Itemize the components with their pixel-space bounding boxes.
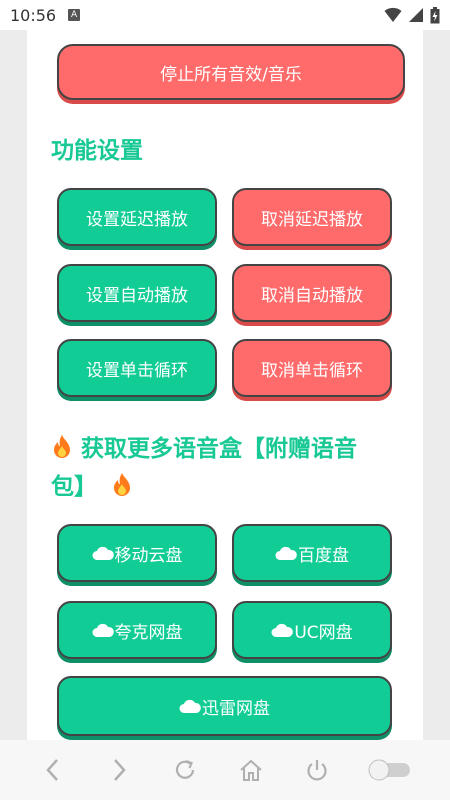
xunlei-pan-button[interactable]: 迅雷网盘 [57, 676, 392, 736]
mobile-cloud-button[interactable]: 移动云盘 [57, 524, 217, 582]
baidu-pan-button[interactable]: 百度盘 [232, 524, 392, 582]
more-voice-boxes-line2: 包】 [51, 474, 97, 500]
function-settings-text: 功能设置 [51, 138, 143, 164]
refresh-icon[interactable] [170, 755, 200, 785]
mobile-cloud-label: 移动云盘 [114, 545, 183, 566]
quark-pan-label: 夸克网盘 [114, 622, 183, 643]
fire-icon [114, 473, 131, 496]
wifi-icon [384, 7, 402, 22]
cancel-auto-play-label: 取消自动播放 [261, 285, 363, 306]
status-time: 10:56 [10, 5, 57, 25]
home-icon[interactable] [236, 755, 266, 785]
set-click-loop-label: 设置单击循环 [86, 360, 188, 381]
stop-all-sounds-button[interactable]: 停止所有音效/音乐 [57, 44, 405, 100]
cloud-icon [179, 699, 201, 713]
cancel-click-loop-label: 取消单击循环 [261, 360, 363, 381]
page-gutter-right [423, 30, 450, 740]
cloud-icon [275, 546, 297, 560]
cancel-auto-play-button[interactable]: 取消自动播放 [232, 264, 392, 322]
cloud-icon [271, 623, 294, 637]
forward-icon[interactable] [104, 755, 134, 785]
content-panel[interactable]: 停止所有音效/音乐 功能设置 设置延迟播放 取消延迟播放 设置自动播放 取消自动… [27, 30, 423, 740]
stop-all-sounds-label: 停止所有音效/音乐 [160, 64, 302, 85]
bottom-nav-bar [0, 740, 450, 800]
set-auto-play-label: 设置自动播放 [86, 285, 188, 306]
baidu-pan-label: 百度盘 [298, 545, 349, 566]
set-delay-play-label: 设置延迟播放 [86, 209, 188, 230]
xunlei-pan-label: 迅雷网盘 [202, 698, 270, 719]
uc-pan-button[interactable]: UC网盘 [232, 601, 392, 659]
notification-a-icon: A [68, 9, 81, 21]
uc-pan-label: UC网盘 [294, 622, 353, 643]
signal-icon [409, 8, 423, 22]
cancel-click-loop-button[interactable]: 取消单击循环 [232, 339, 392, 397]
fire-icon [54, 435, 70, 458]
cloud-icon [92, 546, 114, 560]
cancel-delay-play-button[interactable]: 取消延迟播放 [232, 188, 392, 246]
set-auto-play-button[interactable]: 设置自动播放 [57, 264, 217, 322]
cloud-icon [92, 623, 114, 637]
page-gutter-left [0, 30, 27, 740]
set-delay-play-button[interactable]: 设置延迟播放 [57, 188, 217, 246]
back-icon[interactable] [38, 755, 68, 785]
function-settings-heading: 功能设置 [51, 132, 143, 170]
battery-icon [430, 6, 440, 23]
set-click-loop-button[interactable]: 设置单击循环 [57, 339, 217, 397]
status-bar: 10:56 A [0, 0, 450, 30]
quark-pan-button[interactable]: 夸克网盘 [57, 601, 217, 659]
toggle-icon[interactable] [368, 755, 412, 785]
power-icon[interactable] [302, 755, 332, 785]
cancel-delay-play-label: 取消延迟播放 [261, 209, 363, 230]
more-voice-boxes-line1: 获取更多语音盒【附赠语音 [81, 436, 358, 462]
more-voice-boxes-heading: 获取更多语音盒【附赠语音 包】 [51, 430, 401, 506]
